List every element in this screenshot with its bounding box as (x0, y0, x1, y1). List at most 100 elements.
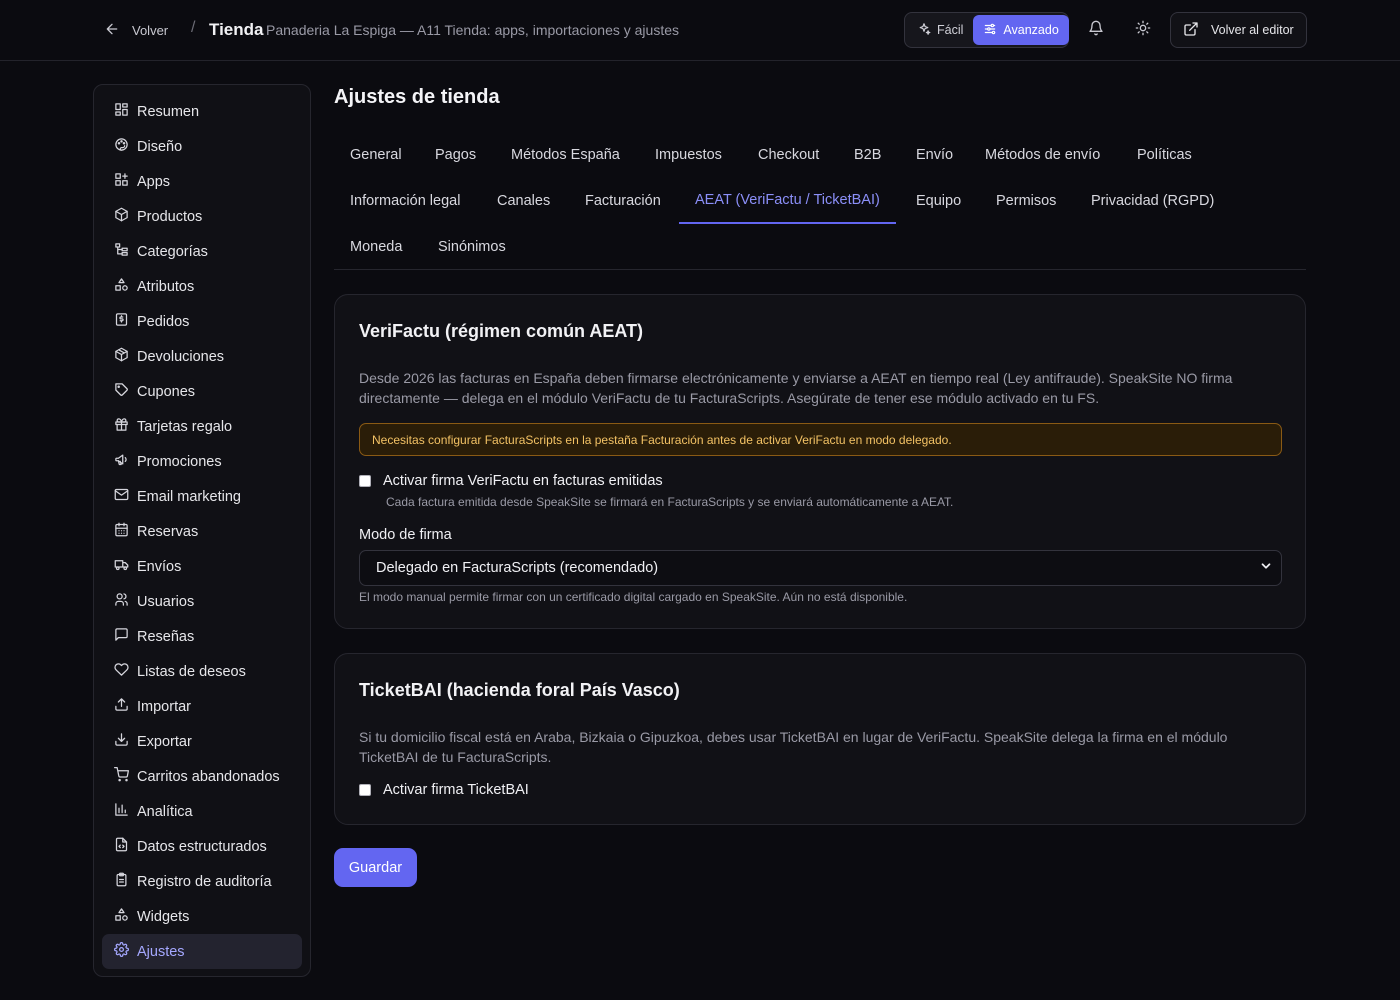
tab-politicas[interactable]: Políticas (1121, 132, 1208, 178)
calendar-icon (114, 522, 129, 541)
sidebar-item-widgets[interactable]: Widgets (102, 899, 302, 934)
sidebar-item-analitica[interactable]: Analítica (102, 794, 302, 829)
sidebar-item-envios[interactable]: Envíos (102, 549, 302, 584)
sidebar-item-label: Apps (137, 173, 171, 190)
verifactu-card: VeriFactu (régimen común AEAT) Desde 202… (334, 294, 1306, 629)
widgets-icon (114, 907, 129, 926)
ticketbai-enable-label: Activar firma TicketBAI (383, 782, 529, 798)
sidebar-item-carritos-abandonados[interactable]: Carritos abandonados (102, 759, 302, 794)
sidebar-item-registro-de-auditoria[interactable]: Registro de auditoría (102, 864, 302, 899)
back-to-editor-button[interactable]: Volver al editor (1170, 12, 1307, 48)
sidebar-item-exportar[interactable]: Exportar (102, 724, 302, 759)
tab-pagos[interactable]: Pagos (419, 132, 492, 178)
tab-informacion-legal[interactable]: Información legal (334, 178, 476, 224)
sidebar-item-email-marketing[interactable]: Email marketing (102, 479, 302, 514)
tab-aeat-verifactu-ticketbai[interactable]: AEAT (VeriFactu / TicketBAI) (679, 178, 896, 224)
signing-mode-value: Delegado en FacturaScripts (recomendado) (376, 560, 659, 576)
sidebar-item-label: Reseñas (137, 628, 195, 645)
settings-tabs: General Pagos Métodos España Impuestos Check… (334, 132, 1306, 270)
sidebar-item-label: Exportar (137, 733, 192, 750)
sidebar-item-label: Cupones (137, 383, 196, 400)
megaphone-icon (114, 452, 129, 471)
sun-icon (1135, 20, 1151, 41)
back-label: Volver (132, 22, 169, 38)
sidebar-item-devoluciones[interactable]: Devoluciones (102, 339, 302, 374)
tab-permisos[interactable]: Permisos (980, 178, 1072, 224)
mode-easy-button[interactable]: Fácil (907, 15, 973, 45)
tab-impuestos[interactable]: Impuestos (639, 132, 738, 178)
mode-advanced-button[interactable]: Avanzado (973, 15, 1069, 45)
signing-mode-help: El modo manual permite firmar con un cer… (359, 590, 908, 604)
arrow-left-icon (104, 21, 120, 40)
sidebar-item-tarjetas-regalo[interactable]: Tarjetas regalo (102, 409, 302, 444)
notifications-button[interactable] (1084, 18, 1108, 42)
mode-toggle: Fácil Avanzado (904, 12, 1069, 48)
sidebar-item-categorias[interactable]: Categorías (102, 234, 302, 269)
tab-metodos-espana[interactable]: Métodos España (495, 132, 636, 178)
mode-easy-label: Fácil (937, 23, 964, 37)
tab-equipo[interactable]: Equipo (900, 178, 977, 224)
tab-metodos-de-envio[interactable]: Métodos de envío (969, 132, 1116, 178)
sidebar-item-importar[interactable]: Importar (102, 689, 302, 724)
dashboard-icon (114, 102, 129, 121)
sidebar-item-reservas[interactable]: Reservas (102, 514, 302, 549)
shapes-icon (114, 277, 129, 296)
save-button[interactable]: Guardar (334, 848, 417, 887)
tab-checkout[interactable]: Checkout (742, 132, 835, 178)
package-icon (114, 207, 129, 226)
sidebar-item-label: Devoluciones (137, 348, 225, 365)
sidebar-item-productos[interactable]: Productos (102, 199, 302, 234)
tag-icon (114, 382, 129, 401)
sidebar-item-listas-de-deseos[interactable]: Listas de deseos (102, 654, 302, 689)
sidebar-item-resumen[interactable]: Resumen (102, 94, 302, 129)
sidebar-item-usuarios[interactable]: Usuarios (102, 584, 302, 619)
sidebar-item-label: Tarjetas regalo (137, 418, 233, 435)
theme-toggle-button[interactable] (1131, 18, 1155, 42)
tab-privacidad-rgpd[interactable]: Privacidad (RGPD) (1075, 178, 1230, 224)
sidebar-item-pedidos[interactable]: Pedidos (102, 304, 302, 339)
sidebar-item-promociones[interactable]: Promociones (102, 444, 302, 479)
tab-canales[interactable]: Canales (481, 178, 566, 224)
tab-facturacion[interactable]: Facturación (569, 178, 677, 224)
sidebar-item-label: Carritos abandonados (137, 768, 280, 785)
verifactu-enable-row[interactable]: Activar firma VeriFactu en facturas emit… (359, 473, 663, 489)
tab-envio[interactable]: Envío (900, 132, 969, 178)
heart-icon (114, 662, 129, 681)
cart-icon (114, 767, 129, 786)
signing-mode-select[interactable]: Delegado en FacturaScripts (recomendado) (359, 550, 1282, 586)
sidebar-item-label: Promociones (137, 453, 222, 470)
sidebar-item-atributos[interactable]: Atributos (102, 269, 302, 304)
sidebar-item-label: Registro de auditoría (137, 873, 272, 890)
download-icon (114, 732, 129, 751)
verifactu-title: VeriFactu (régimen común AEAT) (359, 321, 644, 341)
back-button[interactable]: Volver (104, 19, 168, 41)
sliders-icon (983, 22, 997, 39)
ticketbai-enable-row[interactable]: Activar firma TicketBAI (359, 782, 529, 798)
verifactu-enable-help: Cada factura emitida desde SpeakSite se … (386, 495, 954, 509)
sidebar-item-label: Usuarios (137, 593, 195, 610)
page-section-title: Tienda (209, 20, 264, 39)
tab-moneda[interactable]: Moneda (334, 224, 418, 270)
sidebar-item-label: Widgets (137, 908, 190, 925)
ticketbai-enable-checkbox[interactable] (359, 784, 371, 796)
verifactu-description: Desde 2026 las facturas en España deben … (359, 370, 1233, 406)
tab-general[interactable]: General (334, 132, 418, 178)
sidebar-item-diseno[interactable]: Diseño (102, 129, 302, 164)
ticketbai-description: Si tu domicilio fiscal está en Araba, Bi… (359, 729, 1228, 765)
tab-b2b[interactable]: B2B (838, 132, 897, 178)
tab-sinonimos[interactable]: Sinónimos (422, 224, 522, 270)
receipt-icon (114, 312, 129, 331)
chevron-down-icon (1259, 559, 1273, 577)
sidebar-item-apps[interactable]: Apps (102, 164, 302, 199)
sidebar-item-resenas[interactable]: Reseñas (102, 619, 302, 654)
sidebar-item-ajustes[interactable]: Ajustes (102, 934, 302, 969)
mode-advanced-label: Avanzado (1003, 23, 1059, 37)
verifactu-enable-checkbox[interactable] (359, 475, 371, 487)
sidebar-item-datos-estructurados[interactable]: Datos estructurados (102, 829, 302, 864)
sidebar-item-cupones[interactable]: Cupones (102, 374, 302, 409)
sidebar-item-label: Ajustes (137, 943, 185, 960)
verifactu-enable-label: Activar firma VeriFactu en facturas emit… (383, 473, 663, 489)
mail-icon (114, 487, 129, 506)
package-return-icon (114, 347, 129, 366)
signing-mode-label: Modo de firma (359, 527, 452, 543)
